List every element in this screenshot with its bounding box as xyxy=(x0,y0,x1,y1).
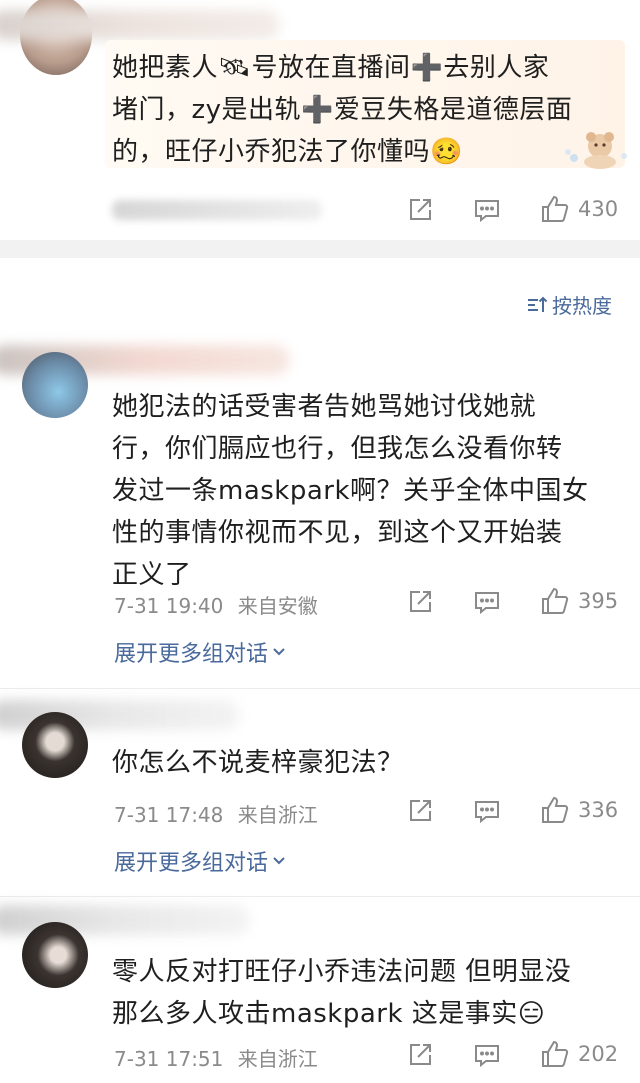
reply-button[interactable] xyxy=(473,797,501,825)
comment-text: 零人反对打旺仔小乔违法问题 但明显没 那么多人攻击maskpark 这是事实😑 xyxy=(112,951,571,1035)
comment-icon xyxy=(473,588,501,616)
comment-line: 行，你们膈应也行，但我怎么没看你转 xyxy=(112,434,563,464)
comment-line: 你怎么不说麦梓豪犯法？ xyxy=(112,748,404,778)
sort-by-hot-button[interactable]: 按热度 xyxy=(526,290,612,319)
comment-meta: 7-31 17:48 来自浙江 xyxy=(114,799,318,828)
comment-line: 那么多人攻击maskpark 这是事实😑 xyxy=(112,999,546,1029)
share-button[interactable] xyxy=(406,196,434,224)
comment-text: 她把素人🛰号放在直播间➕去别人家 堵门，zy是出轨➕爱豆失格是道德层面 的，旺仔… xyxy=(112,47,572,173)
comment-icon xyxy=(473,196,501,224)
divider xyxy=(0,896,640,897)
comment-text: 她犯法的话受害者告她骂她讨伐她就 行，你们膈应也行，但我怎么没看你转 发过一条m… xyxy=(112,386,589,596)
like-count: 430 xyxy=(578,197,619,221)
reply-button[interactable] xyxy=(473,196,501,224)
comment-icon xyxy=(473,797,501,825)
share-icon xyxy=(406,797,434,825)
comment-location: 来自安徽 xyxy=(237,594,318,618)
meta-blurred xyxy=(112,200,322,220)
expand-label: 展开更多组对话 xyxy=(114,642,269,667)
share-icon xyxy=(406,196,434,224)
comment-line: 性的事情你视而不见，到这个又开始装 xyxy=(112,518,563,548)
like-count: 202 xyxy=(578,1042,619,1066)
reply-button[interactable] xyxy=(473,1041,501,1069)
comment-time: 7-31 17:51 xyxy=(114,1047,224,1071)
comment-meta: 7-31 19:40 来自安徽 xyxy=(114,590,318,619)
comment-line: 她把素人🛰号放在直播间➕去别人家 xyxy=(112,53,550,83)
comment-time: 7-31 19:40 xyxy=(114,594,224,618)
like-button[interactable]: 336 xyxy=(540,795,618,825)
like-count: 395 xyxy=(578,589,619,613)
comment-line: 她犯法的话受害者告她骂她讨伐她就 xyxy=(112,392,537,422)
comment-icon xyxy=(473,1041,501,1069)
like-button[interactable]: 430 xyxy=(540,194,618,224)
avatar[interactable] xyxy=(22,922,88,988)
expand-label: 展开更多组对话 xyxy=(114,851,269,876)
comment-line: 零人反对打旺仔小乔违法问题 但明显没 xyxy=(112,957,572,987)
share-icon xyxy=(406,588,434,616)
comment-location: 来自浙江 xyxy=(237,803,318,827)
thumbs-up-icon xyxy=(540,795,570,825)
comment-line: 发过一条maskpark啊？关乎全体中国女 xyxy=(112,476,589,506)
reply-button[interactable] xyxy=(473,588,501,616)
like-button[interactable]: 395 xyxy=(540,586,618,616)
share-icon xyxy=(406,1041,434,1069)
comment-line: 的，旺仔小乔犯法了你懂吗🥴 xyxy=(112,137,463,167)
username-blurred xyxy=(0,10,280,40)
sort-label: 按热度 xyxy=(552,294,612,318)
expand-conversation-link[interactable]: 展开更多组对话 xyxy=(114,636,286,668)
thumbs-up-icon xyxy=(540,1039,570,1069)
share-button[interactable] xyxy=(406,797,434,825)
chevron-down-icon xyxy=(272,645,286,659)
comment-text: 你怎么不说麦梓豪犯法？ xyxy=(112,742,404,784)
like-button[interactable]: 202 xyxy=(540,1039,618,1069)
divider xyxy=(0,688,640,689)
thumbs-up-icon xyxy=(540,586,570,616)
like-count: 336 xyxy=(578,798,619,822)
expand-conversation-link[interactable]: 展开更多组对话 xyxy=(114,845,286,877)
section-gap xyxy=(0,240,640,258)
avatar[interactable] xyxy=(22,352,88,418)
comment-location: 来自浙江 xyxy=(237,1047,318,1071)
sort-icon xyxy=(526,294,548,316)
share-button[interactable] xyxy=(406,588,434,616)
comment-meta: 7-31 17:51 来自浙江 xyxy=(114,1043,318,1072)
thumbs-up-icon xyxy=(540,194,570,224)
comment-line: 堵门，zy是出轨➕爱豆失格是道德层面 xyxy=(112,95,573,125)
chevron-down-icon xyxy=(272,854,286,868)
avatar[interactable] xyxy=(22,712,88,778)
comment-time: 7-31 17:48 xyxy=(114,803,224,827)
share-button[interactable] xyxy=(406,1041,434,1069)
